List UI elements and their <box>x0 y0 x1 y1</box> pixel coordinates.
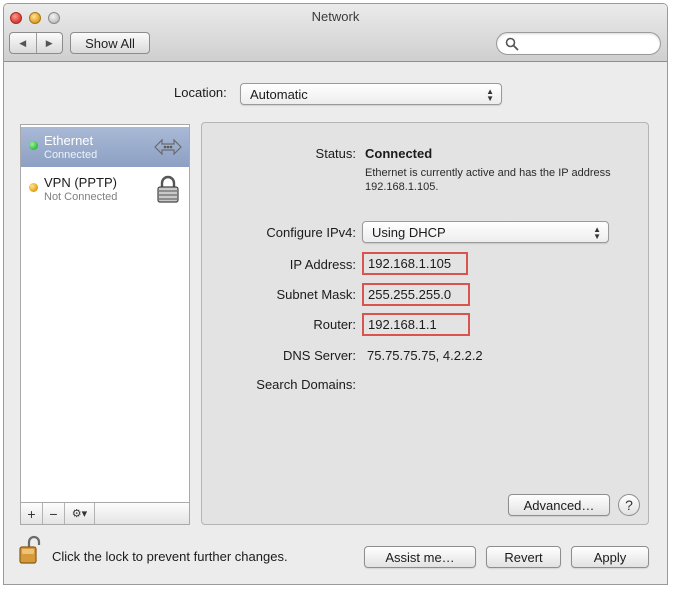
add-service-button[interactable]: + <box>21 503 43 524</box>
service-list: Ethernet Connected VPN (PPTP) Not Connec… <box>20 124 190 503</box>
title-toolbar: Network ◀ ▶ Show All <box>4 4 667 62</box>
service-list-controls: + − ⚙▾ <box>20 503 190 525</box>
configure-ipv4-popup[interactable]: Using DHCP ▲ ▼ <box>362 221 609 243</box>
ip-address-value: 192.168.1.105 <box>368 256 452 271</box>
subnet-mask-label: Subnet Mask: <box>276 287 357 302</box>
router-label: Router: <box>313 317 356 332</box>
status-dot-green-icon <box>29 141 38 150</box>
help-button[interactable]: ? <box>618 494 640 516</box>
unlocked-padlock-icon[interactable] <box>18 535 44 565</box>
ip-address-label: IP Address: <box>289 257 356 272</box>
forward-arrow-icon[interactable]: ▶ <box>35 33 63 53</box>
router-value: 192.168.1.1 <box>368 317 437 332</box>
status-dot-yellow-icon <box>29 183 38 192</box>
subnet-mask-highlight: 255.255.255.0 <box>362 283 470 306</box>
assist-me-button[interactable]: Assist me… <box>364 546 476 568</box>
location-label: Location: <box>174 85 227 100</box>
dns-server-value: 75.75.75.75, 4.2.2.2 <box>367 348 483 363</box>
subnet-mask-value: 255.255.255.0 <box>368 287 452 302</box>
ethernet-arrows-icon <box>154 138 182 156</box>
service-item-vpn[interactable]: VPN (PPTP) Not Connected <box>21 169 189 209</box>
window-title: Network <box>311 9 360 24</box>
location-popup[interactable]: Automatic ▲ ▼ <box>240 83 502 105</box>
remove-service-button[interactable]: − <box>43 503 65 524</box>
back-forward-control: ◀ ▶ <box>9 32 63 54</box>
service-name: VPN (PPTP) <box>44 175 117 190</box>
advanced-button[interactable]: Advanced… <box>508 494 610 516</box>
service-item-ethernet[interactable]: Ethernet Connected <box>21 127 189 167</box>
status-label: Status: <box>315 146 356 161</box>
search-domains-label: Search Domains: <box>256 377 356 392</box>
popup-arrows-icon: ▲ ▼ <box>486 87 494 103</box>
service-status: Not Connected <box>44 191 118 203</box>
lock-message: Click the lock to prevent further change… <box>52 549 288 564</box>
ip-address-highlight: 192.168.1.105 <box>362 252 468 275</box>
show-all-button[interactable]: Show All <box>70 32 150 54</box>
network-preferences-window: Network ◀ ▶ Show All Location: Automatic… <box>3 3 668 585</box>
action-gear-button[interactable]: ⚙▾ <box>65 503 95 524</box>
back-arrow-icon[interactable]: ◀ <box>10 33 36 53</box>
dns-server-label: DNS Server: <box>283 348 356 363</box>
router-highlight: 192.168.1.1 <box>362 313 470 336</box>
configure-ipv4-value: Using DHCP <box>372 225 446 240</box>
search-field[interactable] <box>496 32 661 55</box>
search-input[interactable] <box>521 36 651 51</box>
service-name: Ethernet <box>44 133 94 148</box>
service-status: Connected <box>44 149 98 161</box>
revert-button[interactable]: Revert <box>486 546 561 568</box>
location-value: Automatic <box>250 87 308 102</box>
search-icon <box>505 37 519 51</box>
status-value: Connected <box>365 146 433 161</box>
apply-button[interactable]: Apply <box>571 546 649 568</box>
service-detail-panel: Status: Connected Ethernet is currently … <box>201 122 649 525</box>
vpn-lock-icon <box>157 175 179 203</box>
status-description: Ethernet is currently active and has the… <box>365 167 611 193</box>
configure-ipv4-label: Configure IPv4: <box>266 225 356 240</box>
popup-arrows-icon: ▲ ▼ <box>593 225 601 241</box>
